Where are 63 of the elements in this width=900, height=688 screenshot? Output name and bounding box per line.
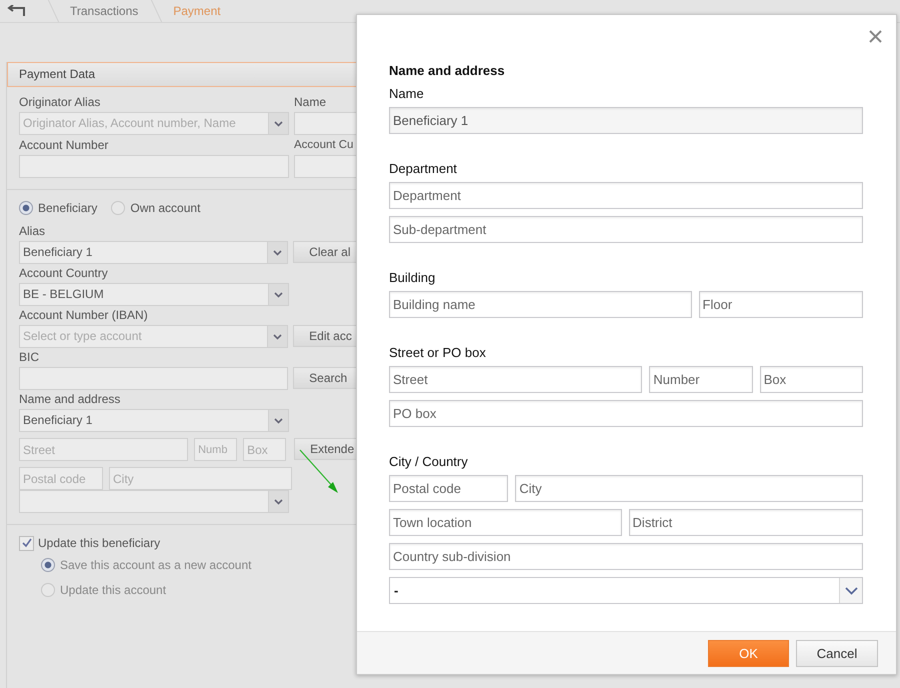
text-field[interactable]: Postal code (389, 475, 508, 502)
field-label: BIC (19, 350, 40, 364)
text-field[interactable]: Town location (389, 509, 622, 536)
update-beneficiary-checkbox[interactable]: Update this beneficiary (19, 534, 356, 552)
box-field[interactable]: Box (243, 438, 286, 461)
text-field[interactable]: City (515, 475, 863, 502)
field-label: Account Number (19, 138, 110, 152)
extended-button[interactable]: Extende (294, 438, 356, 460)
back-arrow-icon[interactable] (7, 5, 25, 17)
field-label: Alias (19, 224, 46, 238)
text-field[interactable]: Building name (389, 291, 692, 318)
text-field[interactable]: Beneficiary 1 (389, 107, 863, 134)
section-label: Street or PO box (389, 345, 487, 361)
edit-account-button[interactable]: Edit acc (293, 325, 356, 347)
checkmark-icon (20, 537, 32, 549)
house-number-field[interactable]: Numb (194, 438, 238, 461)
bic-field[interactable] (19, 367, 288, 390)
text-field[interactable]: Street (389, 366, 642, 393)
breadcrumb-item[interactable]: Transactions (70, 4, 138, 18)
field-label: Name (294, 95, 328, 109)
section-label: Department (389, 161, 458, 177)
text-field[interactable]: Number (649, 366, 753, 393)
name-and-address-dropdown[interactable]: Beneficiary 1 (19, 409, 289, 432)
text-field[interactable]: Country sub-division (389, 543, 863, 570)
panel-header: Payment Data (7, 62, 356, 87)
dialog-title: Name and address (389, 63, 506, 79)
section-label: City / Country (389, 454, 469, 470)
search-button[interactable]: Search (293, 367, 356, 389)
field-label: Name and address (19, 392, 122, 406)
country-dropdown[interactable]: - (389, 577, 863, 604)
section-label: Name (389, 86, 425, 102)
text-field[interactable]: PO box (389, 400, 863, 427)
name-field[interactable] (294, 112, 357, 135)
caret-icon (267, 242, 288, 263)
alias-dropdown[interactable]: Beneficiary 1 (19, 241, 288, 264)
cancel-button[interactable]: Cancel (796, 640, 878, 666)
account-number-field[interactable] (19, 155, 289, 178)
account-country-dropdown[interactable]: BE - BELGIUM (19, 283, 289, 306)
account-currency-field[interactable] (294, 155, 357, 178)
field-label: Account Country (19, 266, 109, 280)
city-field[interactable]: City (109, 467, 292, 490)
chevron-down-icon (839, 578, 862, 603)
radio-button[interactable]: Beneficiary (19, 199, 98, 217)
text-field[interactable]: Department (389, 182, 863, 209)
field-label: Account Cu (294, 138, 354, 152)
caret-icon (268, 410, 288, 431)
text-field[interactable]: Box (760, 366, 863, 393)
country-dropdown[interactable] (19, 490, 289, 513)
section-label: Building (389, 270, 436, 286)
radio-button[interactable]: Own account (111, 199, 200, 217)
text-field[interactable]: Floor (698, 291, 863, 318)
close-icon[interactable] (869, 30, 882, 43)
caret-icon (268, 113, 288, 134)
field-label: Originator Alias (19, 95, 102, 109)
caret-icon (268, 491, 288, 512)
text-field[interactable]: Sub-department (389, 216, 863, 243)
caret-icon (268, 284, 288, 305)
clear-button[interactable]: Clear al (293, 241, 356, 263)
field-label: Account Number (IBAN) (19, 308, 149, 322)
caret-icon (267, 326, 288, 347)
text-field[interactable]: District (628, 509, 863, 536)
street-field[interactable]: Street (19, 438, 188, 461)
postal-code-field[interactable]: Postal code (19, 467, 103, 490)
